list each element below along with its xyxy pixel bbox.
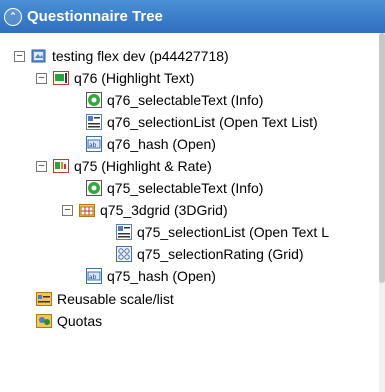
tree-node-label: testing flex dev (p44427718) [52, 48, 229, 64]
tree-node-label: Reusable scale/list [57, 291, 174, 307]
vertical-scrollbar[interactable] [379, 33, 385, 392]
open-text-list-icon [86, 114, 102, 130]
open-text-icon: ab [86, 268, 102, 284]
tree-node-q75-selection-rating[interactable]: q75_selectionRating (Grid) [116, 243, 304, 265]
collapse-icon[interactable]: ⌃ [4, 7, 22, 26]
collapse-toggle-icon[interactable]: − [62, 204, 73, 216]
collapse-toggle-icon[interactable]: − [36, 72, 47, 84]
info-icon [86, 92, 102, 108]
tree-node-label: q75_hash (Open) [107, 268, 216, 284]
tree-node-label: q76_hash (Open) [107, 136, 216, 152]
quotas-icon [36, 314, 52, 328]
reusable-list-icon [36, 292, 52, 306]
project-icon [31, 49, 46, 63]
tree-node-q75-selection-list[interactable]: q75_selectionList (Open Text L [116, 221, 329, 243]
tree-node-q76-selection-list[interactable]: q76_selectionList (Open Text List) [86, 111, 318, 133]
tree-node-label: q76_selectableText (Info) [107, 92, 264, 108]
tree-node-label: q75 (Highlight & Rate) [74, 158, 212, 174]
tree-node-q75-selectable[interactable]: q75_selectableText (Info) [86, 177, 263, 199]
questionnaire-tree: − testing flex dev (p44427718) − q76 (Hi… [0, 33, 379, 392]
grid-icon [116, 246, 132, 262]
tree-node-label: q75_selectableText (Info) [107, 180, 264, 196]
tree-node-q76-selectable[interactable]: q76_selectableText (Info) [86, 89, 263, 111]
tree-node-label: Quotas [57, 313, 103, 329]
info-icon [86, 180, 102, 196]
tree-node-q75-hash[interactable]: ab q75_hash (Open) [86, 265, 216, 287]
tree-node-root[interactable]: − testing flex dev (p44427718) [14, 45, 229, 67]
highlight-rate-icon [53, 159, 69, 173]
panel-title: Questionnaire Tree [27, 8, 163, 25]
open-text-list-icon [116, 224, 132, 240]
tree-node-reusable-scale-list[interactable]: Reusable scale/list [36, 288, 174, 310]
collapse-toggle-icon[interactable]: − [36, 160, 47, 172]
3d-grid-icon [79, 204, 95, 217]
tree-node-label: q75_selectionRating (Grid) [137, 246, 304, 262]
svg-text:ab: ab [89, 274, 97, 281]
tree-node-q76-hash[interactable]: ab q76_hash (Open) [86, 133, 216, 155]
tree-node-quotas[interactable]: Quotas [36, 310, 102, 332]
tree-node-label: q75_selectionList (Open Text L [137, 224, 329, 240]
tree-node-q75-3dgrid[interactable]: − q75_3dgrid (3DGrid) [62, 199, 228, 221]
panel-header: ⌃ Questionnaire Tree [0, 0, 385, 33]
tree-node-q75[interactable]: − q75 (Highlight & Rate) [36, 155, 212, 177]
tree-node-label: q75_3dgrid (3DGrid) [100, 202, 228, 218]
svg-text:ab: ab [89, 142, 97, 149]
tree-node-label: q76 (Highlight Text) [74, 70, 195, 86]
tree-node-label: q76_selectionList (Open Text List) [107, 114, 318, 130]
highlight-text-icon [53, 71, 69, 85]
scrollbar-thumb[interactable] [379, 33, 385, 283]
tree-node-q76[interactable]: − q76 (Highlight Text) [36, 67, 194, 89]
collapse-toggle-icon[interactable]: − [14, 50, 25, 62]
open-text-icon: ab [86, 136, 102, 152]
